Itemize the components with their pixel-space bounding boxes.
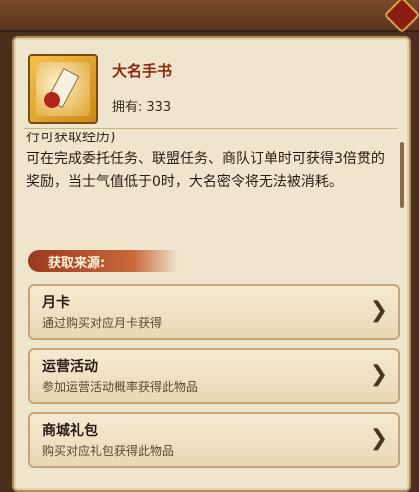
- owned-value: 333: [146, 100, 172, 115]
- owned-label: 拥有:: [112, 100, 143, 115]
- source-item-monthly-card[interactable]: 月卡 通过购买对应月卡获得 ❯: [28, 284, 400, 340]
- window-frame: 大名手书 拥有: 333 行可获取经历) 可在完成委托任务、联盟任务、商队订单时可…: [0, 0, 419, 492]
- chevron-right-icon[interactable]: ❯: [370, 428, 388, 450]
- source-header: 获取来源:: [48, 256, 106, 271]
- item-name: 大名手书: [112, 62, 173, 80]
- chevron-right-icon[interactable]: ❯: [370, 364, 388, 386]
- item-detail-panel: 大名手书 拥有: 333 行可获取经历) 可在完成委托任务、联盟任务、商队订单时可…: [12, 36, 411, 492]
- divider: [24, 128, 398, 129]
- description-box[interactable]: 行可获取经历) 可在完成委托任务、联盟任务、商队订单时可获得3倍贯的奖励，当士气…: [22, 132, 398, 232]
- source-desc: 购买对应礼包获得此物品: [42, 444, 175, 458]
- source-item-shop-pack[interactable]: 商城礼包 购买对应礼包获得此物品 ❯: [28, 412, 400, 468]
- scroll-icon: [36, 62, 90, 116]
- item-icon-frame: [28, 54, 98, 124]
- source-desc: 参加运营活动概率获得此物品: [42, 380, 199, 394]
- source-title: 运营活动: [42, 359, 98, 375]
- chevron-right-icon[interactable]: ❯: [370, 300, 388, 322]
- source-title: 月卡: [42, 295, 70, 311]
- description-scrollbar[interactable]: [400, 142, 404, 208]
- source-item-events[interactable]: 运营活动 参加运营活动概率获得此物品 ❯: [28, 348, 400, 404]
- source-title: 商城礼包: [42, 423, 98, 439]
- source-desc: 通过购买对应月卡获得: [42, 316, 163, 330]
- description-partial-line: 行可获取经历): [26, 132, 116, 145]
- owned-count: 拥有: 333: [112, 96, 171, 115]
- close-icon[interactable]: [383, 0, 419, 34]
- top-bar: [0, 0, 419, 34]
- red-seal-icon: [44, 92, 60, 108]
- description-text: 可在完成委托任务、联盟任务、商队订单时可获得3倍贯的奖励，当士气值低于0时，大名…: [26, 151, 385, 190]
